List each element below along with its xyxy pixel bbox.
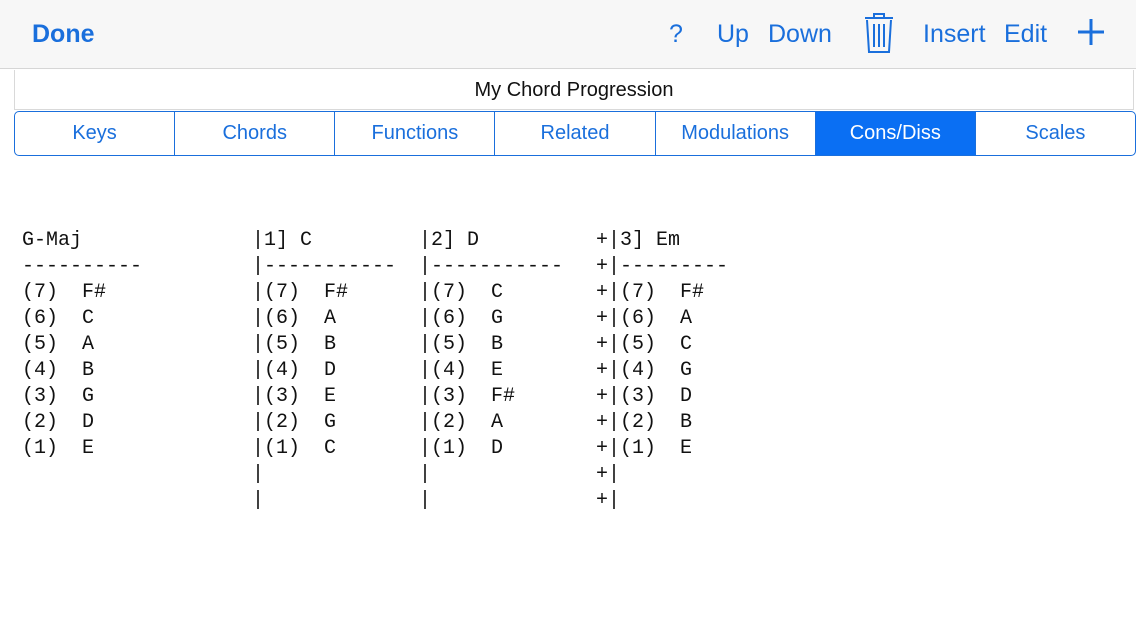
column-line: (4) B <box>22 359 95 382</box>
column-line: |----------- <box>252 255 397 278</box>
column-line: |(3) E <box>252 385 337 408</box>
tab-chords[interactable]: Chords <box>174 112 334 155</box>
column-line: |1] C <box>252 229 313 252</box>
column-line: |(5) B <box>252 333 337 356</box>
column-line: +|3] Em <box>596 229 681 252</box>
tab-cons-diss[interactable]: Cons/Diss <box>814 112 975 155</box>
column-line: (7) F# <box>22 281 107 304</box>
view-segmented-control: Keys Chords Functions Related Modulation… <box>14 111 1136 156</box>
progression-title[interactable]: My Chord Progression <box>14 70 1134 110</box>
column-line: +|(5) C <box>596 333 693 356</box>
column-line: |(2) A <box>419 411 504 434</box>
column-line: |(4) E <box>419 359 504 382</box>
column-line: |(7) F# <box>252 281 349 304</box>
column-line: (2) D <box>22 411 95 434</box>
done-button[interactable]: Done <box>32 17 95 51</box>
column-line: +|(6) A <box>596 307 693 330</box>
key-column-g-maj: G-Maj ---------- (7) F# (6) C (5) A (4) B (3) … <box>22 228 142 462</box>
insert-button[interactable]: Insert <box>923 17 986 51</box>
column-line: (5) A <box>22 333 95 356</box>
column-line: +|(3) D <box>596 385 693 408</box>
column-line: | <box>419 489 432 512</box>
column-line: +| <box>596 489 621 512</box>
column-line: +|(7) F# <box>596 281 705 304</box>
column-line: +|(2) B <box>596 411 693 434</box>
chord-column-3: +|3] Em +|--------- +|(7) F# +|(6) A +|(5) C… <box>596 228 728 514</box>
column-line: |(4) D <box>252 359 337 382</box>
chord-column-2: |2] D |----------- |(7) C |(6) G |(5) B |(4) … <box>419 228 563 514</box>
column-line: G-Maj <box>22 229 83 252</box>
column-line: (1) E <box>22 437 95 460</box>
column-line: | <box>252 489 265 512</box>
column-line: |(5) B <box>419 333 504 356</box>
tab-modulations[interactable]: Modulations <box>654 112 815 155</box>
tab-related[interactable]: Related <box>494 112 654 155</box>
plus-icon[interactable] <box>1076 17 1106 47</box>
column-line: | <box>252 463 265 486</box>
column-line: | <box>419 463 432 486</box>
plus-icon-graphic <box>1078 19 1104 45</box>
column-line: |(7) C <box>419 281 504 304</box>
column-line: |----------- <box>419 255 564 278</box>
up-button[interactable]: Up <box>717 17 749 51</box>
column-line: |(3) F# <box>419 385 516 408</box>
tab-functions[interactable]: Functions <box>334 112 494 155</box>
trash-icon-graphic <box>865 13 893 53</box>
column-line: |(2) G <box>252 411 337 434</box>
column-line: |(1) D <box>419 437 504 460</box>
column-line: |(6) A <box>252 307 337 330</box>
column-line: (3) G <box>22 385 95 408</box>
help-button[interactable]: ? <box>669 17 683 51</box>
edit-button[interactable]: Edit <box>1004 17 1047 51</box>
column-line: +|(4) G <box>596 359 693 382</box>
column-line: +|--------- <box>596 255 729 278</box>
tab-scales[interactable]: Scales <box>974 112 1135 155</box>
column-line: |2] D <box>419 229 480 252</box>
column-line: (6) C <box>22 307 95 330</box>
trash-icon[interactable] <box>862 12 896 54</box>
chord-column-1: |1] C |----------- |(7) F# |(6) A |(5) B |(4)… <box>252 228 396 514</box>
tab-keys[interactable]: Keys <box>15 112 174 155</box>
column-line: |(6) G <box>419 307 504 330</box>
column-line: +| <box>596 463 621 486</box>
down-button[interactable]: Down <box>768 17 832 51</box>
column-line: ---------- <box>22 255 143 278</box>
navigation-bar: Done ? Up Down Insert Edit <box>0 0 1136 69</box>
column-line: +|(1) E <box>596 437 693 460</box>
column-line: |(1) C <box>252 437 337 460</box>
